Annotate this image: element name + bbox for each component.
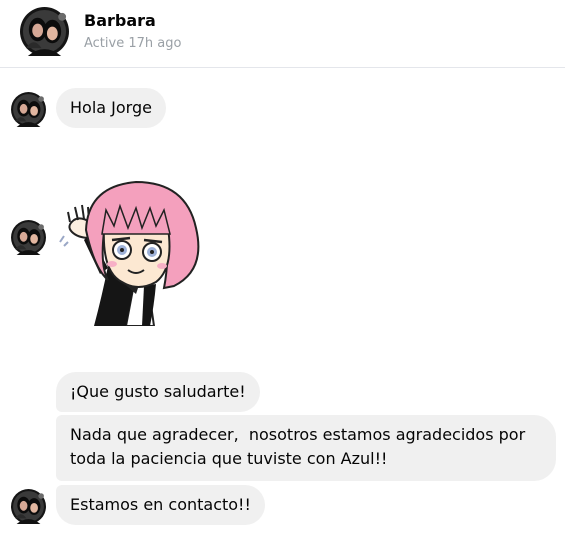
message-bubble[interactable]: Nada que agradecer, nosotros estamos agr… bbox=[56, 415, 556, 481]
contact-name[interactable]: Barbara bbox=[84, 11, 156, 30]
message-bubble[interactable]: ¡Que gusto saludarte! bbox=[56, 372, 260, 412]
message-avatar[interactable] bbox=[11, 489, 46, 524]
girl-waving-sticker[interactable] bbox=[56, 176, 208, 326]
message-avatar[interactable] bbox=[11, 92, 46, 127]
message-bubble[interactable]: Estamos en contacto!! bbox=[56, 485, 265, 525]
chat-header: Barbara Active 17h ago bbox=[0, 0, 565, 68]
message-avatar[interactable] bbox=[11, 220, 46, 255]
contact-status: Active 17h ago bbox=[84, 36, 182, 51]
message-bubble[interactable]: Hola Jorge bbox=[56, 88, 166, 128]
contact-avatar[interactable] bbox=[20, 7, 69, 56]
